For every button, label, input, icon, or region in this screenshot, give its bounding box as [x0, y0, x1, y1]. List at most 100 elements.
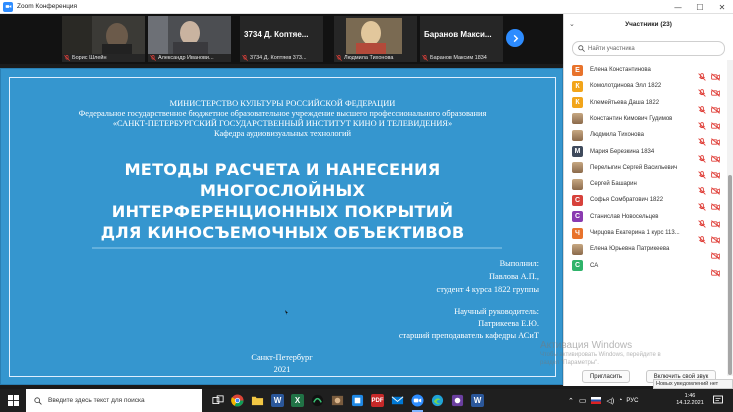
- slide-footer-line-1: Санкт-Петербург: [251, 353, 313, 362]
- volume-icon[interactable]: ◁): [606, 397, 614, 405]
- avatar: С: [572, 194, 583, 206]
- video-tile-5[interactable]: Баранов Макси... Баранов Максим 1834: [420, 16, 503, 62]
- participants-scrollbar[interactable]: [727, 60, 733, 376]
- participant-row[interactable]: С Станислав Новосельцев: [564, 209, 727, 228]
- task-view-icon[interactable]: [210, 393, 225, 408]
- mail-icon[interactable]: [390, 393, 405, 408]
- watermark-line-2: раздел "Параметры".: [540, 360, 599, 366]
- mic-muted-icon: [698, 82, 706, 98]
- word-icon-2[interactable]: W: [470, 393, 485, 408]
- participant-row[interactable]: Перелыгин Сергей Васильевич: [564, 160, 727, 179]
- watermark-line-1: Чтобы активировать Windows, перейдите в: [540, 352, 661, 358]
- next-page-button[interactable]: [506, 29, 524, 47]
- avatar: [572, 178, 583, 190]
- windows-activation-watermark: Активация Windows Чтобы активировать Win…: [540, 340, 661, 367]
- title-bar: Zoom Конференция — ☐ ✕: [0, 0, 733, 14]
- video-strip: Борис Шлейн Александр Иванови... 3734 Д.…: [0, 14, 563, 64]
- avatar: Ч: [572, 227, 583, 239]
- edge-icon[interactable]: [430, 393, 445, 408]
- video-off-icon: [711, 245, 720, 261]
- app-icon-blue[interactable]: [350, 393, 365, 408]
- app-icon-purple[interactable]: [450, 393, 465, 408]
- tile-big-name: Баранов Макси...: [424, 30, 492, 39]
- search-icon: [578, 45, 585, 52]
- avatar: Е: [572, 64, 583, 76]
- app-icon-photo[interactable]: [330, 393, 345, 408]
- participant-name: Станислав Новосельцев: [590, 213, 659, 220]
- tile-name: Людмила Тихонова: [344, 55, 394, 61]
- slide-footer-line-2: 2021: [273, 365, 291, 374]
- participant-row[interactable]: Ч Чирцова Екатерина 1 курс 113...: [564, 225, 727, 244]
- mic-muted-icon: [698, 99, 706, 114]
- mic-muted-icon: [698, 148, 706, 163]
- video-tile-2[interactable]: Александр Иванови...: [148, 16, 231, 62]
- pdf-icon[interactable]: PDF: [370, 393, 385, 408]
- avatar: М: [572, 146, 583, 157]
- video-off-icon: [711, 131, 720, 146]
- minimize-button[interactable]: —: [667, 0, 689, 14]
- tile-big-name: 3734 Д. Коптяе...: [244, 30, 309, 39]
- slide-advisor-line-1: Научный руководитель:: [454, 307, 539, 316]
- excel-icon[interactable]: X: [290, 393, 305, 408]
- participant-video: [62, 16, 145, 54]
- participant-row[interactable]: Елена Юрьевна Патрикеева: [564, 241, 727, 261]
- mic-muted-icon: [698, 164, 706, 179]
- mic-muted-icon: [698, 229, 706, 244]
- participant-row[interactable]: С СА: [564, 258, 727, 277]
- app-icon-green[interactable]: [310, 393, 325, 408]
- participant-name: Клемейтьева Даша 1822: [590, 99, 660, 106]
- video-off-icon: [711, 213, 720, 228]
- video-tile-1[interactable]: Борис Шлейн: [62, 16, 145, 62]
- wifi-icon[interactable]: ◔: [618, 397, 622, 404]
- chrome-icon[interactable]: [230, 393, 245, 408]
- participant-row[interactable]: М Мария Березкина 1834: [564, 144, 727, 163]
- start-button[interactable]: [0, 389, 26, 412]
- participant-row[interactable]: Константин Кимович Гудимов: [564, 111, 727, 130]
- participants-panel: ⌄ Участники (23) Найти участника Е Елена …: [563, 14, 733, 386]
- slide-author-line-2: Павлова А.П.,: [488, 272, 539, 281]
- video-off-icon: [711, 99, 720, 114]
- invite-button[interactable]: Пригласить: [582, 370, 630, 383]
- word-icon[interactable]: W: [270, 393, 285, 408]
- participant-name: Комолотдинова Элл 1822: [590, 83, 662, 90]
- participant-name: Елена Юрьевна Патрикеева: [590, 246, 670, 253]
- participant-row[interactable]: Сергей Башарин: [564, 176, 727, 195]
- mic-muted-icon: [698, 131, 706, 146]
- participant-name: Перелыгин Сергей Васильевич: [590, 164, 678, 171]
- language-indicator[interactable]: РУС: [626, 398, 638, 404]
- zoom-taskbar-icon[interactable]: [410, 393, 425, 412]
- participant-name: СА: [590, 262, 599, 269]
- video-tile-3[interactable]: 3734 Д. Коптяе... 3734 Д. Коптяев 373...: [240, 16, 323, 62]
- participant-row[interactable]: Людмила Тихонова: [564, 127, 727, 146]
- chevron-up-icon[interactable]: ⌃: [568, 397, 574, 405]
- keyboard-flag-icon[interactable]: [591, 397, 602, 404]
- system-tray: ⌃ ▭ ◁) ◔ РУС: [568, 389, 638, 412]
- tile-name: 3734 Д. Коптяев 373...: [250, 55, 307, 61]
- taskbar-search-input[interactable]: Введите здесь текст для поиска: [26, 389, 202, 412]
- network-icon[interactable]: ▭: [579, 396, 587, 405]
- mic-muted-icon: [64, 55, 70, 61]
- tile-name: Баранов Максим 1834: [430, 55, 487, 61]
- participant-row[interactable]: К Клемейтьева Даша 1822: [564, 95, 727, 114]
- slide-header-line-1: МИНИСТЕРСТВО КУЛЬТУРЫ РОССИЙСКОЙ ФЕДЕРАЦ…: [169, 99, 396, 108]
- participant-row[interactable]: С Софья Сомбратович 1822: [564, 192, 727, 212]
- shared-screen: МИНИСТЕРСТВО КУЛЬТУРЫ РОССИЙСКОЙ ФЕДЕРАЦ…: [0, 68, 563, 385]
- avatar: [572, 162, 583, 174]
- maximize-button[interactable]: ☐: [689, 0, 711, 14]
- video-tile-4[interactable]: Людмила Тихонова: [334, 16, 417, 62]
- participant-row[interactable]: Е Елена Константинова: [564, 62, 727, 81]
- slide-title-line-1: МЕТОДЫ РАСЧЕТА И НАНЕСЕНИЯ: [124, 160, 441, 179]
- avatar: [572, 113, 583, 125]
- notification-center-icon[interactable]: [712, 394, 724, 406]
- file-explorer-icon[interactable]: [250, 393, 265, 408]
- close-button[interactable]: ✕: [711, 0, 733, 14]
- participant-search-input[interactable]: Найти участника: [572, 41, 725, 56]
- participants-header: ⌄ Участники (23): [564, 14, 733, 36]
- participant-name: Константин Кимович Гудимов: [590, 115, 673, 122]
- participant-row[interactable]: К Комолотдинова Элл 1822: [564, 78, 727, 98]
- slide-author-line-1: Выполнил:: [499, 259, 539, 268]
- scrollbar-thumb[interactable]: [728, 175, 732, 375]
- avatar: С: [572, 260, 583, 272]
- participant-name: Мария Березкина 1834: [590, 148, 655, 155]
- clock[interactable]: 1:46 14.12.2021: [673, 393, 707, 407]
